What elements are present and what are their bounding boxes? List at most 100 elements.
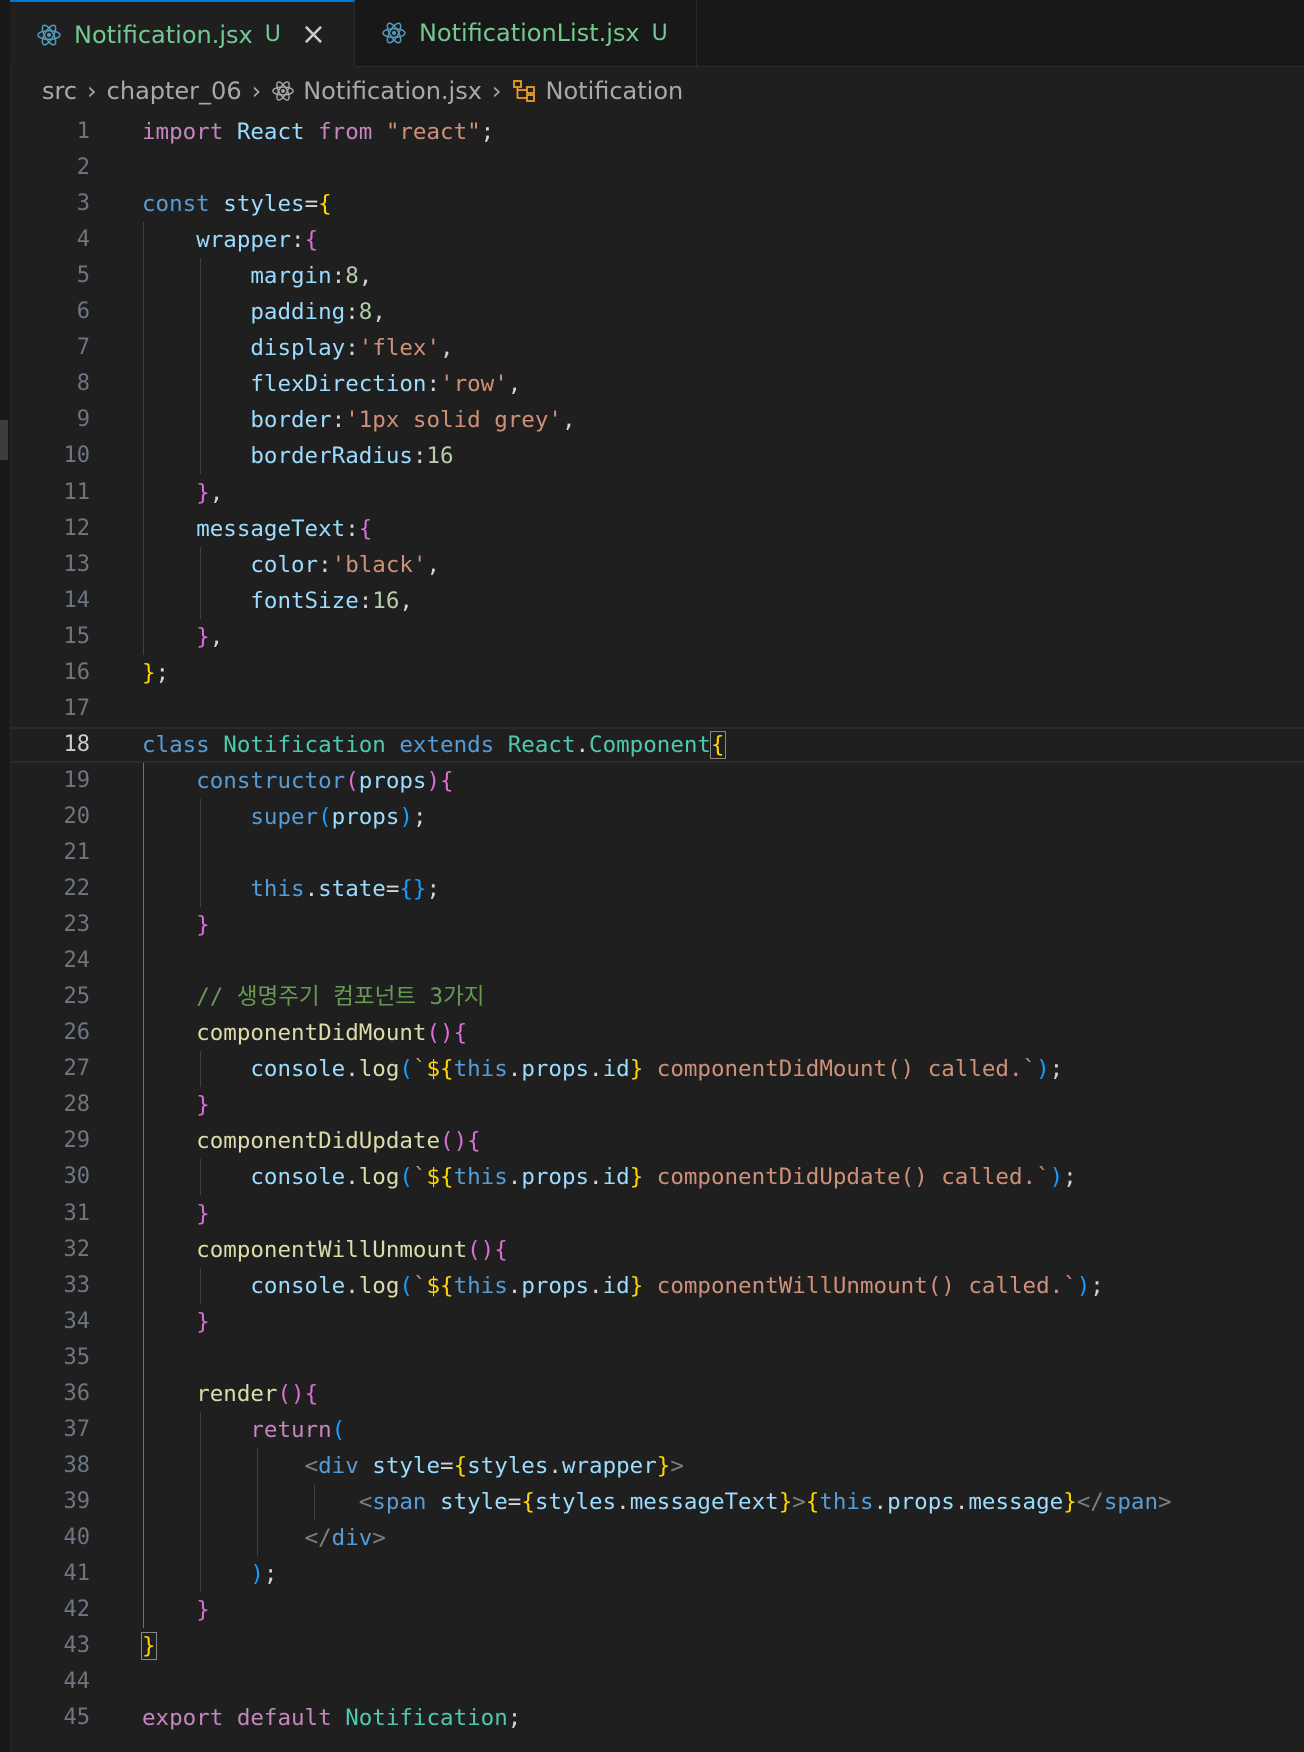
code-line[interactable]: 41 ); [10,1556,1304,1592]
code-line[interactable]: 39 <span style={styles.messageText}>{thi… [10,1484,1304,1520]
code-text: constructor(props){ [196,767,454,794]
line-number: 19 [63,767,91,793]
close-icon[interactable]: × [301,19,326,50]
code-text: color:'black', [250,551,441,578]
line-number: 42 [63,1597,91,1623]
line-number: 43 [63,1633,91,1659]
code-line[interactable]: 25 // 생명주기 컴포넌트 3가지 [10,979,1304,1015]
gutter-marker [0,420,8,460]
code-line[interactable]: 32 componentWillUnmount(){ [10,1232,1304,1268]
line-number: 13 [63,551,91,577]
code-line[interactable]: 3 const styles={ [10,186,1304,222]
code-line[interactable]: 19 constructor(props){ [10,763,1304,799]
code-line[interactable]: 10 borderRadius:16 [10,438,1304,474]
react-icon [36,21,64,49]
code-line[interactable]: 35 [10,1340,1304,1376]
line-number: 32 [63,1236,91,1262]
line-number: 3 [76,191,90,217]
code-text: fontSize:16, [250,587,413,614]
code-text: class Notification extends React.Compone… [142,730,726,759]
line-number: 24 [63,948,91,974]
code-line[interactable]: 17 [10,691,1304,727]
line-number: 40 [63,1524,91,1550]
code-line[interactable]: 36 render(){ [10,1376,1304,1412]
code-line[interactable]: 7 display:'flex', [10,330,1304,366]
line-number: 23 [63,912,91,938]
code-line[interactable]: 15 }, [10,619,1304,655]
code-line[interactable]: 2 [10,150,1304,186]
code-line[interactable]: 11 }, [10,475,1304,511]
code-text: } [196,1308,210,1335]
code-line[interactable]: 5 margin:8, [10,258,1304,294]
code-line[interactable]: 29 componentDidUpdate(){ [10,1123,1304,1159]
line-number: 37 [63,1416,91,1442]
code-text: ); [250,1561,278,1587]
code-line[interactable]: 30 console.log(`${this.props.id} compone… [10,1159,1304,1195]
line-number: 22 [63,876,91,902]
code-line[interactable]: 4 wrapper:{ [10,222,1304,258]
code-line[interactable]: 20 super(props); [10,799,1304,835]
code-line[interactable]: 18 class Notification extends React.Compo… [10,726,1304,763]
code-line[interactable]: 24 [10,943,1304,979]
line-number: 36 [63,1380,91,1406]
code-line[interactable]: 43} [10,1628,1304,1664]
code-text: export default Notification; [142,1705,522,1732]
code-line[interactable]: 8 flexDirection:'row', [10,366,1304,402]
untracked-badge: U [651,20,668,46]
code-line[interactable]: 27 console.log(`${this.props.id} compone… [10,1051,1304,1087]
code-text: const styles={ [142,191,332,218]
code-text: padding:8, [250,299,386,326]
code-text: }, [196,623,224,650]
code-line[interactable]: 44 [10,1664,1304,1700]
indent-guide [200,1267,201,1304]
breadcrumb-item-symbol[interactable]: Notification [546,77,684,105]
code-line[interactable]: 12 messageText:{ [10,511,1304,547]
code-text: import React from "react"; [142,119,495,145]
code-line[interactable]: 40 </div> [10,1520,1304,1556]
code-line[interactable]: 45 export default Notification; [10,1700,1304,1736]
code-text: componentDidUpdate(){ [196,1128,481,1155]
indent-guide [200,1159,201,1196]
code-line[interactable]: 31 } [10,1196,1304,1232]
indent-guide [200,546,201,619]
react-icon [271,79,295,103]
code-line[interactable]: 9 border:'1px solid grey', [10,402,1304,438]
line-number: 20 [63,803,91,829]
code-editor[interactable]: 1 import React from "react"; 2 3 const style… [10,112,1304,1752]
code-line[interactable]: 13 color:'black', [10,547,1304,583]
line-number: 14 [63,587,91,613]
tab-bar: Notification.jsx U × NotificationList.js… [10,0,1304,67]
code-line[interactable]: 14 fontSize:16, [10,583,1304,619]
line-number: 9 [76,407,90,433]
tab-notificationlist-jsx[interactable]: NotificationList.jsx U [355,0,697,66]
tab-notification-jsx[interactable]: Notification.jsx U × [10,0,355,67]
breadcrumb-item-file[interactable]: Notification.jsx [303,77,482,105]
line-number: 35 [63,1344,91,1370]
breadcrumb-item-folder[interactable]: chapter_06 [107,77,242,105]
react-icon [381,19,409,47]
code-text: margin:8, [250,263,373,290]
code-text: } [196,1200,210,1227]
code-text: borderRadius:16 [250,443,454,470]
breadcrumb-item-src[interactable]: src [42,77,77,105]
code-line[interactable]: 22 this.state={}; [10,871,1304,907]
line-number: 10 [63,443,91,469]
indent-guide [200,798,201,908]
code-line[interactable]: 42 } [10,1592,1304,1628]
code-line[interactable]: 26 componentDidMount(){ [10,1015,1304,1051]
code-line[interactable]: 1 import React from "react"; [10,114,1304,150]
breadcrumb: src › chapter_06 › Notification.jsx › No… [42,70,683,112]
code-line[interactable]: 33 console.log(`${this.props.id} compone… [10,1268,1304,1304]
code-line[interactable]: 28 } [10,1087,1304,1123]
line-number: 33 [63,1272,91,1298]
code-line[interactable]: 16}; [10,655,1304,691]
code-line[interactable]: 6 padding:8, [10,294,1304,330]
code-text: console.log(`${this.props.id} componentW… [250,1272,1104,1299]
code-line[interactable]: 21 [10,835,1304,871]
code-line[interactable]: 34 } [10,1304,1304,1340]
code-text: <span style={styles.messageText}>{this.p… [358,1488,1172,1515]
code-line[interactable]: 23 } [10,907,1304,943]
code-line[interactable]: 37 return( [10,1412,1304,1448]
code-line[interactable]: 38 <div style={styles.wrapper}> [10,1448,1304,1484]
line-number: 6 [76,299,90,325]
